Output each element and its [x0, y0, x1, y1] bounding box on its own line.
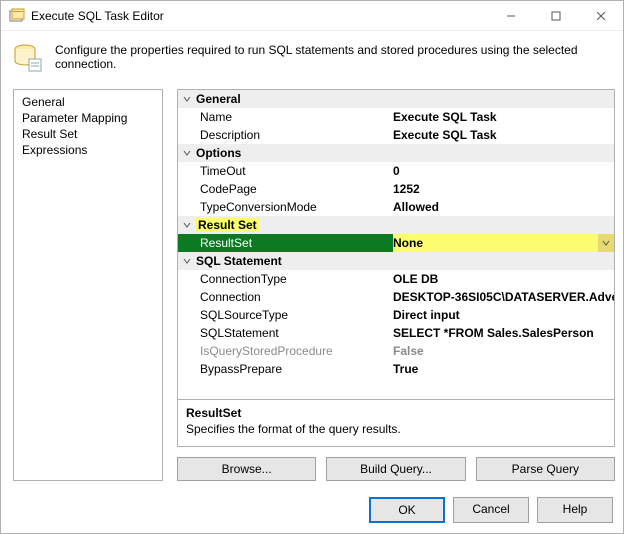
property-name: Description	[178, 126, 393, 144]
property-name: SQLSourceType	[178, 306, 393, 324]
property-name: TypeConversionMode	[178, 198, 393, 216]
browse-button[interactable]: Browse...	[177, 457, 316, 481]
category-label: Options	[196, 146, 241, 160]
property-name: Name	[178, 108, 393, 126]
property-row[interactable]: CodePage1252	[178, 180, 614, 198]
query-button-row: Browse... Build Query... Parse Query	[177, 457, 615, 481]
property-row[interactable]: TimeOut0	[178, 162, 614, 180]
minimize-button[interactable]	[488, 1, 533, 30]
chevron-down-icon[interactable]	[182, 220, 192, 230]
right-panel: General NameExecute SQL TaskDescriptionEx…	[177, 89, 615, 481]
navigation-panel: GeneralParameter MappingResult SetExpres…	[13, 89, 163, 481]
help-title: ResultSet	[186, 406, 606, 420]
property-row[interactable]: SQLStatementSELECT *FROM Sales.SalesPers…	[178, 324, 614, 342]
property-value[interactable]: Allowed	[393, 198, 614, 216]
property-row[interactable]: IsQueryStoredProcedureFalse	[178, 342, 614, 360]
property-row[interactable]: TypeConversionModeAllowed	[178, 198, 614, 216]
property-row[interactable]: BypassPrepareTrue	[178, 360, 614, 378]
property-value[interactable]: OLE DB	[393, 270, 614, 288]
window-controls	[488, 1, 623, 30]
property-row[interactable]: ResultSetNone	[178, 234, 614, 252]
property-name: SQLStatement	[178, 324, 393, 342]
task-icon	[11, 41, 43, 73]
category-label: SQL Statement	[196, 254, 282, 268]
property-value[interactable]: Execute SQL Task	[393, 108, 614, 126]
nav-item-result-set[interactable]: Result Set	[22, 126, 154, 142]
info-text: Configure the properties required to run…	[55, 43, 613, 71]
nav-item-parameter-mapping[interactable]: Parameter Mapping	[22, 110, 154, 126]
category-header[interactable]: Options	[178, 144, 614, 162]
dialog-footer: OK Cancel Help	[1, 489, 623, 533]
category-label: Result Set	[196, 218, 259, 232]
dropdown-button[interactable]	[598, 234, 614, 252]
cancel-button[interactable]: Cancel	[453, 497, 529, 523]
dialog-window: Execute SQL Task Editor Configure the pr…	[0, 0, 624, 534]
nav-item-expressions[interactable]: Expressions	[22, 142, 154, 158]
property-row[interactable]: ConnectionTypeOLE DB	[178, 270, 614, 288]
category-header[interactable]: Result Set	[178, 216, 614, 234]
property-row[interactable]: SQLSourceTypeDirect input	[178, 306, 614, 324]
close-button[interactable]	[578, 1, 623, 30]
property-name: CodePage	[178, 180, 393, 198]
property-value[interactable]: None	[393, 234, 614, 252]
property-row[interactable]: ConnectionDESKTOP-36SI05C\DATASERVER.Adv…	[178, 288, 614, 306]
property-name: IsQueryStoredProcedure	[178, 342, 393, 360]
ok-button[interactable]: OK	[369, 497, 445, 523]
property-value[interactable]: True	[393, 360, 614, 378]
property-row[interactable]: DescriptionExecute SQL Task	[178, 126, 614, 144]
property-value[interactable]: 0	[393, 162, 614, 180]
property-value[interactable]: DESKTOP-36SI05C\DATASERVER.AdventureW	[393, 288, 614, 306]
property-name: Connection	[178, 288, 393, 306]
property-name: ResultSet	[178, 234, 393, 252]
category-label: General	[196, 92, 241, 106]
property-name: ConnectionType	[178, 270, 393, 288]
category-header[interactable]: SQL Statement	[178, 252, 614, 270]
chevron-down-icon[interactable]	[182, 94, 192, 104]
chevron-down-icon[interactable]	[182, 256, 192, 266]
maximize-button[interactable]	[533, 1, 578, 30]
property-row[interactable]: NameExecute SQL Task	[178, 108, 614, 126]
property-name: TimeOut	[178, 162, 393, 180]
property-value[interactable]: 1252	[393, 180, 614, 198]
category-header[interactable]: General	[178, 90, 614, 108]
help-button[interactable]: Help	[537, 497, 613, 523]
help-text: Specifies the format of the query result…	[186, 422, 606, 436]
nav-item-general[interactable]: General	[22, 94, 154, 110]
property-grid: General NameExecute SQL TaskDescriptionEx…	[177, 89, 615, 447]
build-query-button[interactable]: Build Query...	[326, 457, 465, 481]
chevron-down-icon[interactable]	[182, 148, 192, 158]
property-rows: General NameExecute SQL TaskDescriptionEx…	[178, 90, 614, 399]
info-bar: Configure the properties required to run…	[1, 31, 623, 89]
help-box: ResultSet Specifies the format of the qu…	[178, 399, 614, 446]
window-title: Execute SQL Task Editor	[31, 9, 488, 23]
property-value[interactable]: Direct input	[393, 306, 614, 324]
property-name: BypassPrepare	[178, 360, 393, 378]
property-value[interactable]: Execute SQL Task	[393, 126, 614, 144]
titlebar: Execute SQL Task Editor	[1, 1, 623, 31]
property-value[interactable]: False	[393, 342, 614, 360]
parse-query-button[interactable]: Parse Query	[476, 457, 615, 481]
property-value[interactable]: SELECT *FROM Sales.SalesPerson	[393, 324, 614, 342]
body-area: GeneralParameter MappingResult SetExpres…	[1, 89, 623, 489]
app-icon	[9, 8, 25, 24]
